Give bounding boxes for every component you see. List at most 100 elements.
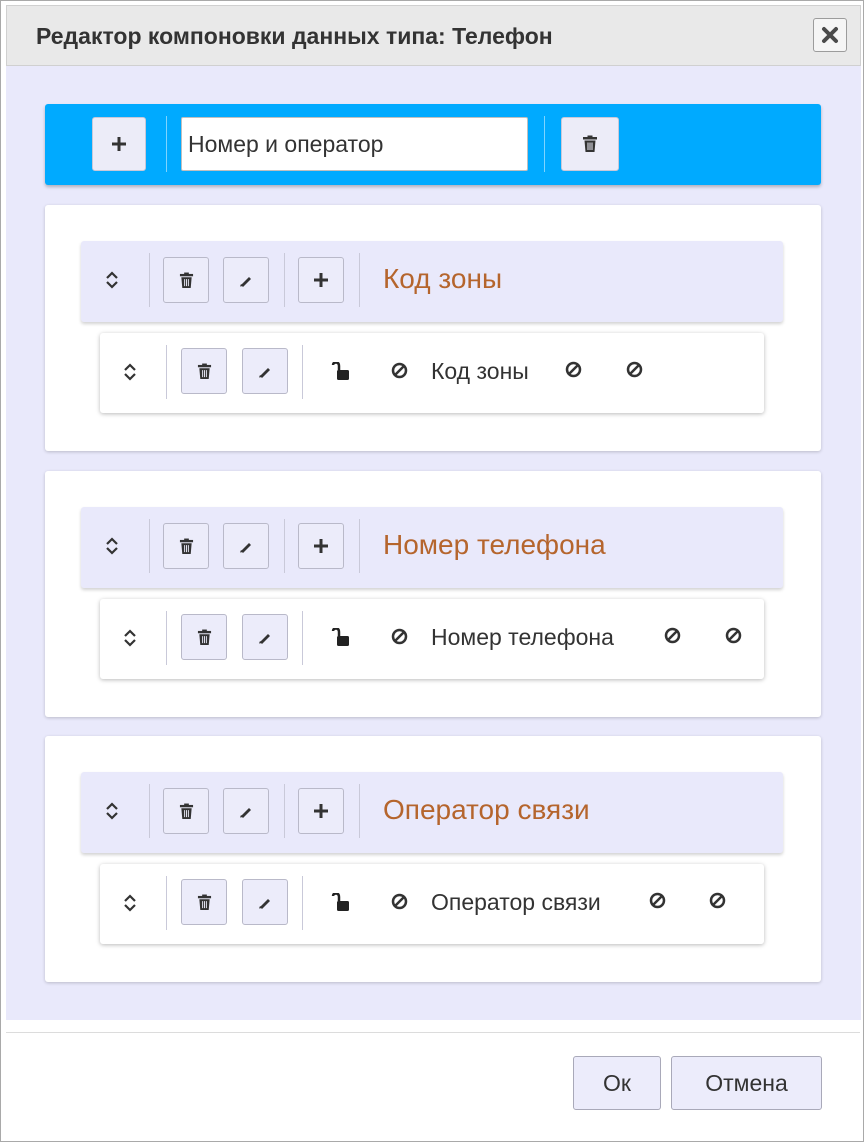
- layout-toolbar: [45, 104, 821, 185]
- disabled-toggle[interactable]: [707, 890, 727, 910]
- delete-group-button[interactable]: [163, 523, 209, 569]
- unlock-icon: [331, 362, 349, 380]
- group-card-area-code: Код зоны Код зоны: [45, 205, 821, 451]
- layout-name-input[interactable]: [181, 117, 528, 171]
- delete-field-button[interactable]: [181, 348, 227, 394]
- unlock-toggle[interactable]: [329, 361, 351, 383]
- ban-icon: [391, 628, 407, 644]
- plus-icon: [112, 137, 126, 151]
- trash-icon: [179, 538, 193, 554]
- disabled-toggle[interactable]: [389, 626, 409, 646]
- delete-layout-button[interactable]: [561, 117, 619, 171]
- ban-icon: [709, 892, 725, 908]
- disabled-toggle[interactable]: [662, 625, 682, 645]
- pencil-icon: [259, 899, 270, 909]
- header-divider: [284, 784, 285, 838]
- trash-icon: [179, 803, 193, 819]
- sort-handle[interactable]: [117, 359, 143, 385]
- sort-icon: [124, 363, 136, 381]
- plus-icon: [314, 804, 328, 818]
- trash-icon: [583, 135, 597, 152]
- ok-button[interactable]: Ок: [573, 1056, 661, 1110]
- ban-icon: [391, 362, 407, 378]
- unlock-icon: [331, 628, 349, 646]
- unlock-icon: [331, 893, 349, 911]
- field-row: Код зоны: [100, 333, 764, 413]
- delete-group-button[interactable]: [163, 257, 209, 303]
- sort-handle[interactable]: [99, 267, 125, 293]
- group-card-phone-number: Номер телефона Номер телефона: [45, 471, 821, 717]
- header-divider: [284, 253, 285, 307]
- edit-group-button[interactable]: [223, 788, 269, 834]
- add-group-button[interactable]: [92, 117, 146, 171]
- toolbar-divider: [544, 116, 545, 172]
- delete-field-button[interactable]: [181, 879, 227, 925]
- ban-icon: [725, 627, 741, 643]
- add-item-button[interactable]: [298, 523, 344, 569]
- group-header: Код зоны: [81, 241, 783, 322]
- sort-icon: [106, 537, 118, 555]
- field-label: Оператор связи: [431, 889, 601, 915]
- field-label: Код зоны: [431, 358, 529, 384]
- unlock-toggle[interactable]: [329, 892, 351, 914]
- edit-group-button[interactable]: [223, 523, 269, 569]
- edit-field-button[interactable]: [242, 879, 288, 925]
- plus-icon: [314, 273, 328, 287]
- field-row: Номер телефона: [100, 599, 764, 679]
- delete-group-button[interactable]: [163, 788, 209, 834]
- group-title: Оператор связи: [383, 794, 590, 825]
- sort-icon: [106, 802, 118, 820]
- row-divider: [302, 611, 303, 665]
- header-divider: [149, 784, 150, 838]
- close-button[interactable]: [813, 18, 847, 52]
- pencil-icon: [240, 543, 251, 553]
- field-label: Номер телефона: [431, 624, 614, 650]
- add-item-button[interactable]: [298, 257, 344, 303]
- header-divider: [359, 519, 360, 573]
- disabled-toggle[interactable]: [723, 625, 743, 645]
- pencil-icon: [259, 368, 270, 378]
- sort-handle[interactable]: [99, 533, 125, 559]
- cancel-button[interactable]: Отмена: [671, 1056, 822, 1110]
- header-divider: [359, 253, 360, 307]
- row-divider: [302, 876, 303, 930]
- ban-icon: [664, 627, 680, 643]
- header-divider: [149, 253, 150, 307]
- sort-handle[interactable]: [117, 890, 143, 916]
- sort-icon: [106, 271, 118, 289]
- disabled-toggle[interactable]: [389, 360, 409, 380]
- delete-field-button[interactable]: [181, 614, 227, 660]
- row-divider: [302, 345, 303, 399]
- group-header: Номер телефона: [81, 507, 783, 588]
- disabled-toggle[interactable]: [389, 891, 409, 911]
- unlock-toggle[interactable]: [329, 627, 351, 649]
- pencil-icon: [240, 277, 251, 287]
- toolbar-divider: [166, 116, 167, 172]
- field-row: Оператор связи: [100, 864, 764, 944]
- edit-group-button[interactable]: [223, 257, 269, 303]
- row-divider: [166, 345, 167, 399]
- dialog-window: Редактор компоновки данных типа: Телефон: [0, 0, 864, 1142]
- disabled-toggle[interactable]: [563, 359, 583, 379]
- dialog-body: Код зоны: [6, 66, 861, 1020]
- trash-icon: [197, 363, 211, 379]
- pencil-icon: [240, 808, 251, 818]
- header-divider: [359, 784, 360, 838]
- dialog-titlebar: Редактор компоновки данных типа: Телефон: [6, 5, 861, 66]
- group-card-operator: Оператор связи Оператор связи: [45, 736, 821, 982]
- add-item-button[interactable]: [298, 788, 344, 834]
- group-header: Оператор связи: [81, 772, 783, 853]
- sort-handle[interactable]: [99, 798, 125, 824]
- edit-field-button[interactable]: [242, 614, 288, 660]
- disabled-toggle[interactable]: [624, 359, 644, 379]
- sort-handle[interactable]: [117, 625, 143, 651]
- trash-icon: [197, 629, 211, 645]
- header-divider: [284, 519, 285, 573]
- ban-icon: [649, 892, 665, 908]
- group-title: Номер телефона: [383, 529, 606, 560]
- header-divider: [149, 519, 150, 573]
- edit-field-button[interactable]: [242, 348, 288, 394]
- pencil-icon: [259, 634, 270, 644]
- ban-icon: [565, 361, 581, 377]
- disabled-toggle[interactable]: [647, 890, 667, 910]
